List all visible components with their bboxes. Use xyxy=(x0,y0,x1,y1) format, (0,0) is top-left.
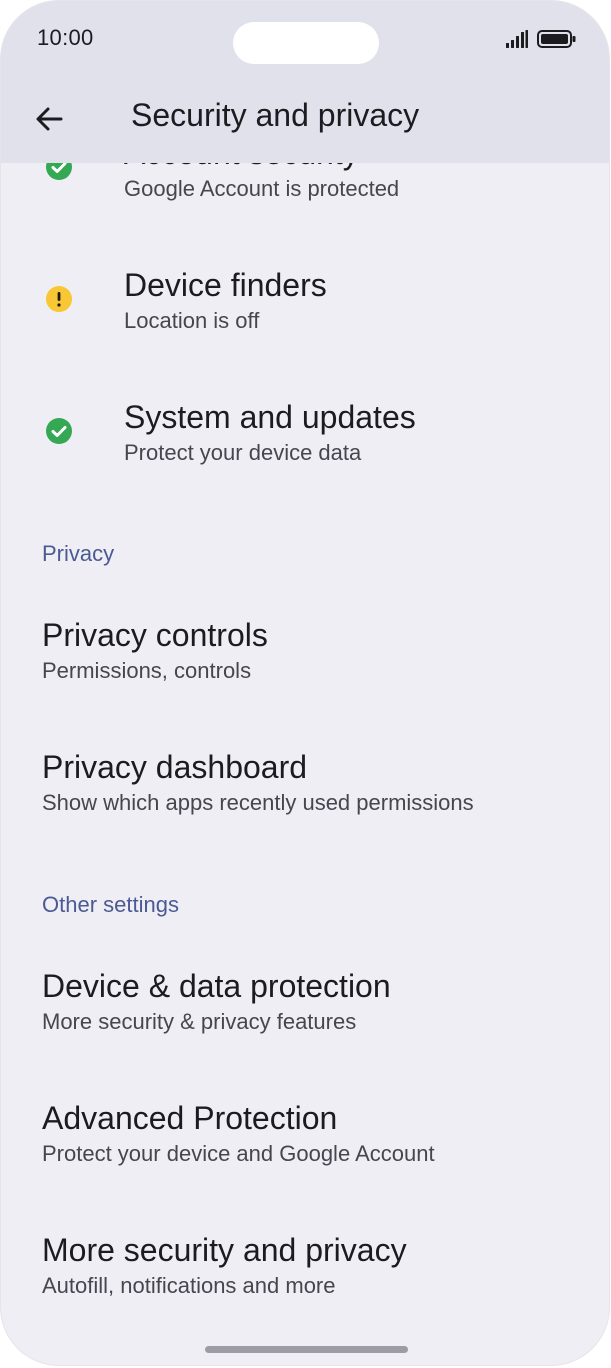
camera-cutout xyxy=(233,22,379,64)
settings-list[interactable]: Account security Google Account is prote… xyxy=(1,1,609,1365)
page-title: Security and privacy xyxy=(131,97,420,133)
status-bar: 10:00 xyxy=(1,1,609,81)
arrow-back-icon xyxy=(36,107,63,131)
item-title: Device & data protection xyxy=(42,968,391,1004)
item-subtitle: Location is off xyxy=(124,308,260,333)
list-item-privacy-controls[interactable]: Privacy controls Permissions, controls xyxy=(1,613,609,703)
system-icons xyxy=(505,29,577,49)
item-subtitle: Autofill, notifications and more xyxy=(42,1273,336,1298)
top-app-bar: Security and privacy xyxy=(1,81,609,163)
item-title: Device finders xyxy=(124,267,327,303)
item-subtitle: More security & privacy features xyxy=(42,1009,357,1034)
item-title: System and updates xyxy=(124,399,416,435)
item-subtitle: Permissions, controls xyxy=(42,658,252,683)
item-subtitle: Show which apps recently used permission… xyxy=(42,790,474,815)
status-time: 10:00 xyxy=(37,25,94,50)
home-indicator[interactable] xyxy=(205,1346,408,1353)
list-item-system-updates[interactable]: System and updates Protect your device d… xyxy=(1,395,609,485)
item-title: Advanced Protection xyxy=(42,1100,338,1136)
item-title: More security and privacy xyxy=(42,1232,407,1268)
list-item-device-finders[interactable]: Device finders Location is off xyxy=(1,263,609,353)
section-header-privacy: Privacy xyxy=(42,541,115,566)
item-subtitle: Protect your device and Google Account xyxy=(42,1141,435,1166)
list-item-device-data-protection[interactable]: Device & data protection More security &… xyxy=(1,964,609,1054)
list-item-more-security-privacy[interactable]: More security and privacy Autofill, noti… xyxy=(1,1228,609,1318)
section-header-other-settings: Other settings xyxy=(42,892,179,917)
item-subtitle: Google Account is protected xyxy=(124,176,400,201)
back-button[interactable] xyxy=(23,93,75,145)
item-title: Privacy controls xyxy=(42,617,268,653)
list-item-privacy-dashboard[interactable]: Privacy dashboard Show which apps recent… xyxy=(1,745,609,835)
item-subtitle: Protect your device data xyxy=(124,440,362,465)
battery-icon xyxy=(537,30,576,48)
item-title: Privacy dashboard xyxy=(42,749,308,785)
phone-screen: Account security Google Account is prote… xyxy=(1,1,609,1365)
cellular-signal-icon xyxy=(506,30,528,48)
check-circle-icon xyxy=(46,418,72,444)
warning-circle-icon xyxy=(46,286,72,312)
list-item-advanced-protection[interactable]: Advanced Protection Protect your device … xyxy=(1,1096,609,1186)
